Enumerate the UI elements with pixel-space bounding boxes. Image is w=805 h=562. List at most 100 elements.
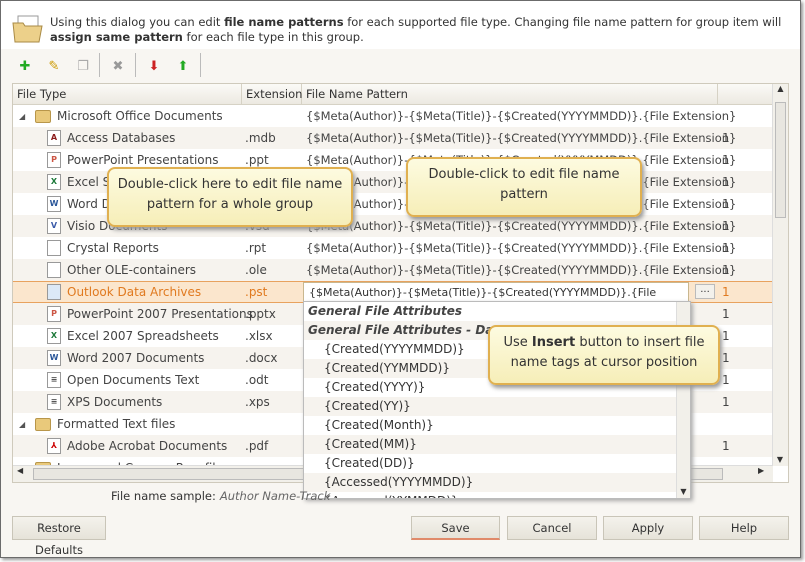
extension-cell: .rpt — [245, 241, 267, 255]
count-cell: 1 — [722, 241, 730, 255]
count-cell: 1 — [722, 395, 730, 409]
vertical-scrollbar[interactable]: ▲ ▼ — [772, 84, 788, 466]
file-type-label: Adobe Acrobat Documents — [67, 439, 228, 453]
move-down-icon: ⬇ — [148, 58, 160, 74]
pattern-cell[interactable]: {$Meta(Author)}-{$Meta(Title)}-{$Created… — [306, 263, 736, 277]
count-cell: 1 — [722, 131, 730, 145]
file-type-cell: W Word D — [47, 196, 111, 212]
move-down-button[interactable]: ⬇ — [143, 55, 165, 77]
file-type-label: PowerPoint Presentations — [67, 153, 219, 167]
file-type-label: Outlook Data Archives — [67, 285, 202, 299]
count-cell: 1 — [722, 153, 730, 167]
pattern-edit-input[interactable]: {$Meta(Author)}-{$Meta(Title)}-{$Created… — [303, 282, 689, 312]
file-type-label: Crystal Reports — [67, 241, 159, 255]
expand-toggle-icon[interactable]: ◢ — [19, 112, 29, 121]
folder-icon — [35, 417, 51, 431]
restore-defaults-button[interactable]: Restore Defaults — [12, 516, 106, 557]
extension-cell: .mdb — [245, 131, 276, 145]
dialog-window: Using this dialog you can edit file name… — [0, 0, 801, 558]
pattern-cell[interactable]: {$Meta(Author)}-{$Meta(Title)}-{$Created… — [306, 131, 736, 145]
file-icon — [47, 284, 61, 300]
word-icon: W — [47, 350, 61, 366]
file-type-cell: P PowerPoint 2007 Presentations — [47, 306, 253, 322]
edit-button[interactable]: ✎ — [43, 55, 65, 77]
insert-button[interactable]: ... — [695, 284, 715, 299]
file-type-label: Formatted Text files — [57, 417, 176, 431]
count-cell: 1 — [722, 373, 730, 387]
file-type-cell: P PowerPoint Presentations — [47, 152, 219, 168]
excel-icon: X — [47, 328, 61, 344]
folder-icon — [12, 15, 43, 43]
document-icon: ≡ — [47, 394, 61, 410]
toolbar-divider — [99, 53, 100, 77]
count-cell: 1 — [722, 439, 730, 453]
file-type-label: Open Documents Text — [67, 373, 200, 387]
dropdown-item[interactable]: {Created(DD)} — [304, 454, 690, 473]
move-up-icon: ⬆ — [177, 58, 189, 74]
group-row[interactable]: ◢ Microsoft Office Documents {$Meta(Author… — [13, 105, 773, 127]
help-button[interactable]: Help — [699, 516, 789, 540]
extension-cell: .xlsx — [245, 329, 273, 343]
file-type-cell: Crystal Reports — [47, 240, 159, 256]
file-type-label: Excel S — [67, 175, 111, 189]
move-up-button[interactable]: ⬆ — [172, 55, 194, 77]
file-type-cell: ≡ Open Documents Text — [47, 372, 199, 388]
column-extension[interactable]: Extension — [242, 84, 302, 104]
callout-insert-button: Use Insert button to insert file name ta… — [488, 325, 720, 385]
callout-edit-pattern: Double-click to edit file name pattern — [406, 157, 642, 217]
extension-cell: .odt — [245, 373, 269, 387]
document-icon: ≡ — [47, 372, 61, 388]
add-button[interactable]: ✚ — [14, 55, 36, 77]
callout-group-edit: Double-click here to edit file name patt… — [107, 167, 353, 227]
count-cell: 1 — [722, 263, 730, 277]
copy-button[interactable]: ❐ — [72, 55, 94, 77]
dropdown-item[interactable]: {Created(MM)} — [304, 435, 690, 454]
table-row[interactable]: Other OLE-containers .ole {$Meta(Author)}-… — [13, 259, 773, 281]
file-type-label: Other OLE-containers — [67, 263, 197, 277]
pattern-cell[interactable]: {$Meta(Author)}-{$Meta(Title)}-{$Created… — [306, 241, 736, 255]
count-cell: 1 — [722, 285, 730, 299]
column-count[interactable] — [718, 84, 773, 104]
count-cell: 1 — [722, 219, 730, 233]
powerpoint-icon: P — [47, 152, 61, 168]
count-cell: 1 — [722, 351, 730, 365]
apply-button[interactable]: Apply — [603, 516, 693, 540]
column-file-type[interactable]: File Type — [13, 84, 242, 104]
grid-header: File Type Extension File Name Pattern — [13, 84, 773, 105]
dialog-description: Using this dialog you can edit file name… — [50, 15, 782, 44]
file-type-label: XPS Documents — [67, 395, 163, 409]
delete-icon: ✖ — [112, 58, 124, 74]
word-icon: W — [47, 196, 61, 212]
toolbar-divider — [135, 53, 136, 77]
column-file-name-pattern[interactable]: File Name Pattern — [302, 84, 718, 104]
excel-icon: X — [47, 174, 61, 190]
dropdown-item[interactable]: {Created(Month)} — [304, 416, 690, 435]
cancel-button[interactable]: Cancel — [507, 516, 597, 540]
extension-cell: .pptx — [245, 307, 276, 321]
save-button[interactable]: Save — [411, 516, 500, 540]
toolbar-divider — [200, 53, 201, 77]
table-row[interactable]: A Access Databases .mdb {$Meta(Author)}-{$M… — [13, 127, 773, 149]
dropdown-item[interactable]: {Created(YY)} — [304, 397, 690, 416]
file-type-cell: Other OLE-containers — [47, 262, 196, 278]
file-name-sample: File name sample: Author Name-Track — [111, 489, 331, 503]
folder-icon — [35, 109, 51, 123]
pattern-cell[interactable]: {$Meta(Author)}-{$Meta(Title)}-{$Created… — [306, 219, 736, 233]
delete-button[interactable]: ✖ — [107, 55, 129, 77]
powerpoint-icon: P — [47, 306, 61, 322]
dropdown-item[interactable]: {Accessed(YYMMDD)} — [304, 492, 690, 498]
count-cell: 1 — [722, 329, 730, 343]
expand-toggle-icon[interactable]: ◢ — [19, 420, 29, 429]
count-cell: 1 — [722, 175, 730, 189]
access-icon: A — [47, 130, 61, 146]
table-row[interactable]: Crystal Reports .rpt {$Meta(Author)}-{$Met… — [13, 237, 773, 259]
file-icon — [47, 240, 61, 256]
pattern-cell[interactable]: {$Meta(Author)}-{$Meta(Title)}-{$Created… — [306, 109, 736, 123]
extension-cell: .xps — [245, 395, 270, 409]
file-type-cell: ⅄ Adobe Acrobat Documents — [47, 438, 227, 454]
pdf-icon: ⅄ — [47, 438, 61, 454]
file-type-label: PowerPoint 2007 Presentations — [67, 307, 253, 321]
dropdown-category: General File Attributes — [308, 304, 463, 318]
dropdown-item[interactable]: {Accessed(YYYYMMDD)} — [304, 473, 690, 492]
count-cell: 1 — [722, 197, 730, 211]
